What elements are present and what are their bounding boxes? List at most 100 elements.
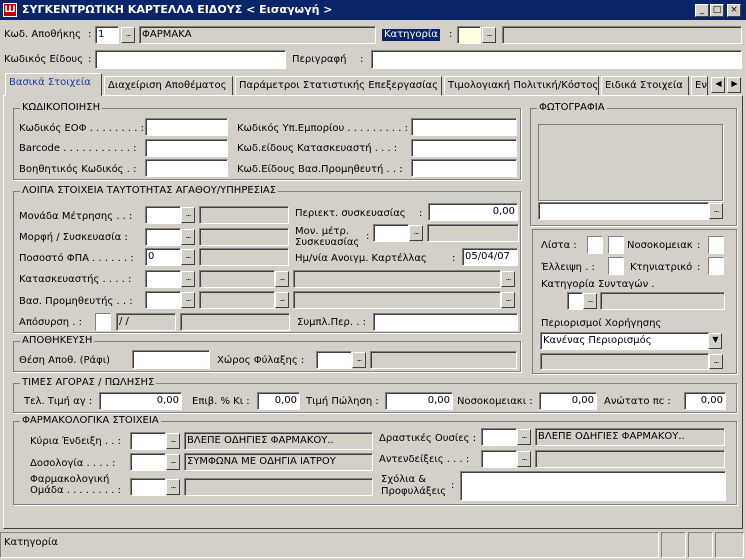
manufacturer-name-field xyxy=(199,270,275,288)
indication-label: Κύρια Ένδειξη . . : xyxy=(30,436,121,447)
active-substances-input[interactable] xyxy=(481,428,517,446)
tab-basic[interactable]: Βασικά Στοιχεία xyxy=(5,73,102,96)
comments-label-2: Προφυλάξεις xyxy=(381,486,447,497)
vat-lookup-button[interactable]: ... xyxy=(181,249,195,265)
close-button[interactable]: × xyxy=(727,4,741,17)
supplier-code-input[interactable] xyxy=(411,118,517,136)
pack-unit-name-field xyxy=(427,224,519,242)
manufacturer-input[interactable] xyxy=(145,270,181,288)
description-input[interactable] xyxy=(371,50,742,69)
tab-pricing[interactable]: Τιμολογιακή Πολιτική/Κόστος xyxy=(444,76,599,95)
tab-scroll-left-button[interactable]: ◀ xyxy=(711,77,725,93)
group-input[interactable] xyxy=(130,478,166,496)
photo-browse-button[interactable]: ... xyxy=(709,203,723,219)
status-bar-panel-2 xyxy=(688,532,713,558)
pack-unit-label-2: Συσκευασίας xyxy=(295,237,360,248)
buy-price-label: Τελ. Τιμή αγ : xyxy=(24,396,93,407)
manufacturer-detail-field xyxy=(293,270,501,288)
veterinary-checkbox[interactable] xyxy=(708,257,724,275)
list-checkbox-1[interactable] xyxy=(587,236,603,254)
veterinary-label: Κτηνιατρικό xyxy=(630,262,693,273)
recipe-category-label: Κατηγορία Συνταγών . xyxy=(541,279,655,290)
pharma-group-title: ΦΑΡΜΑΚΟΛΟΓΙΚΑ ΣΤΟΙΧΕΙΑ xyxy=(20,415,161,427)
barcode-input[interactable] xyxy=(145,139,228,157)
pack-contents-input[interactable]: 0,00 xyxy=(428,203,518,221)
warehouse-lookup-button[interactable]: ... xyxy=(121,27,135,43)
form-input[interactable] xyxy=(145,228,181,246)
minimize-button[interactable]: _ xyxy=(695,4,709,17)
markup-input[interactable]: 0,00 xyxy=(257,392,300,410)
open-date-input[interactable]: 05/04/07 xyxy=(462,248,518,266)
photo-frame xyxy=(538,124,723,201)
comments-textarea[interactable] xyxy=(460,471,726,501)
category-input[interactable] xyxy=(457,26,481,44)
contraindications-name-field xyxy=(535,450,725,468)
main-supplier-code-input[interactable] xyxy=(411,159,517,177)
dosage-lookup-button[interactable]: ... xyxy=(166,454,180,470)
storage-group-title: ΑΠΟΘΗΚΕΥΣΗ xyxy=(20,335,95,347)
shelf-input[interactable] xyxy=(132,350,210,369)
restrictions-detail-button[interactable]: ... xyxy=(709,354,723,369)
recipe-category-input[interactable] xyxy=(567,292,583,310)
photo-path-input[interactable] xyxy=(538,202,709,220)
storage-area-lookup-button[interactable]: ... xyxy=(352,352,366,368)
max-price-input[interactable]: 0,00 xyxy=(684,392,726,410)
manufacturer-lookup-button[interactable]: ... xyxy=(181,271,195,287)
hospital-checkbox[interactable] xyxy=(708,236,724,254)
buy-price-input[interactable]: 0,00 xyxy=(99,392,182,410)
unit-input[interactable] xyxy=(145,206,181,224)
group-lookup-button[interactable]: ... xyxy=(166,479,180,495)
shortage-checkbox[interactable] xyxy=(608,257,624,275)
indication-lookup-button[interactable]: ... xyxy=(166,433,180,449)
warehouse-code-input[interactable]: 1 xyxy=(95,26,119,44)
prices-group-title: ΤΙΜΕΣ ΑΓΟΡΑΣ / ΠΩΛΗΣΗΣ xyxy=(20,377,157,389)
pack-unit-lookup-button[interactable]: ... xyxy=(409,225,423,241)
unit-lookup-button[interactable]: ... xyxy=(181,207,195,223)
tab-stock[interactable]: Διαχείριση Αποθέματος xyxy=(104,76,233,95)
eof-code-input[interactable] xyxy=(145,118,228,136)
indication-input[interactable] xyxy=(130,432,166,450)
manufacturer-label: Κατασκευαστής . . . . : xyxy=(19,274,132,285)
sell-price-label: Τιμή Πώληση : xyxy=(306,396,379,407)
manufacturer-extra-button[interactable]: ... xyxy=(275,271,289,287)
recipe-category-lookup-button[interactable]: ... xyxy=(583,293,597,309)
manufacturer-code-input[interactable] xyxy=(411,139,517,157)
maximize-button[interactable]: □ xyxy=(710,4,724,17)
active-substances-lookup-button[interactable]: ... xyxy=(517,429,531,445)
compl-per-input[interactable] xyxy=(373,313,518,331)
hospital-label: Νοσοκομειακ xyxy=(627,240,693,251)
restrictions-label: Περιορισμοί Χορήγησης xyxy=(541,318,662,329)
withdrawal-date-field: / / xyxy=(116,313,176,331)
contraindications-lookup-button[interactable]: ... xyxy=(517,451,531,467)
tab-more[interactable]: Εν xyxy=(691,76,708,95)
main-supplier-input[interactable] xyxy=(145,291,181,309)
vat-input[interactable]: 0 xyxy=(145,248,181,266)
sell-price-input[interactable]: 0,00 xyxy=(385,392,453,410)
tab-scroll-right-button[interactable]: ▶ xyxy=(727,77,741,93)
tab-statistics[interactable]: Παράμετροι Στατιστικής Επεξεργασίας xyxy=(235,76,442,95)
withdrawal-checkbox[interactable] xyxy=(95,313,111,331)
category-lookup-button[interactable]: ... xyxy=(482,27,496,43)
main-supplier-lookup-button[interactable]: ... xyxy=(181,292,195,308)
status-bar-panel-3 xyxy=(715,532,744,558)
contraindications-label: Αντενδείξεις . . . : xyxy=(379,454,470,465)
vat-label: Ποσοστό ΦΠΑ . . . . . . : xyxy=(19,253,134,264)
contraindications-input[interactable] xyxy=(481,450,517,468)
restrictions-select[interactable]: Κανένας Περιορισμός xyxy=(540,332,710,350)
aux-code-input[interactable] xyxy=(145,159,228,177)
restrictions-dropdown-button[interactable]: ▼ xyxy=(708,333,722,349)
dosage-label: Δοσολογία . . . . : xyxy=(30,458,116,469)
form-lookup-button[interactable]: ... xyxy=(181,229,195,245)
unit-name-field xyxy=(199,206,289,224)
manufacturer-detail-button[interactable]: ... xyxy=(501,271,515,287)
item-code-input[interactable] xyxy=(95,50,286,69)
tab-special[interactable]: Ειδικά Στοιχεία xyxy=(601,76,689,95)
hospital-price-input[interactable]: 0,00 xyxy=(539,392,597,410)
app-icon: Ш xyxy=(3,3,17,17)
storage-area-input[interactable] xyxy=(316,351,352,369)
dosage-input[interactable] xyxy=(130,453,166,471)
list-checkbox-2[interactable] xyxy=(608,236,624,254)
pack-unit-input[interactable] xyxy=(373,224,409,242)
main-supplier-detail-button[interactable]: ... xyxy=(501,292,515,308)
main-supplier-extra-button[interactable]: ... xyxy=(275,292,289,308)
